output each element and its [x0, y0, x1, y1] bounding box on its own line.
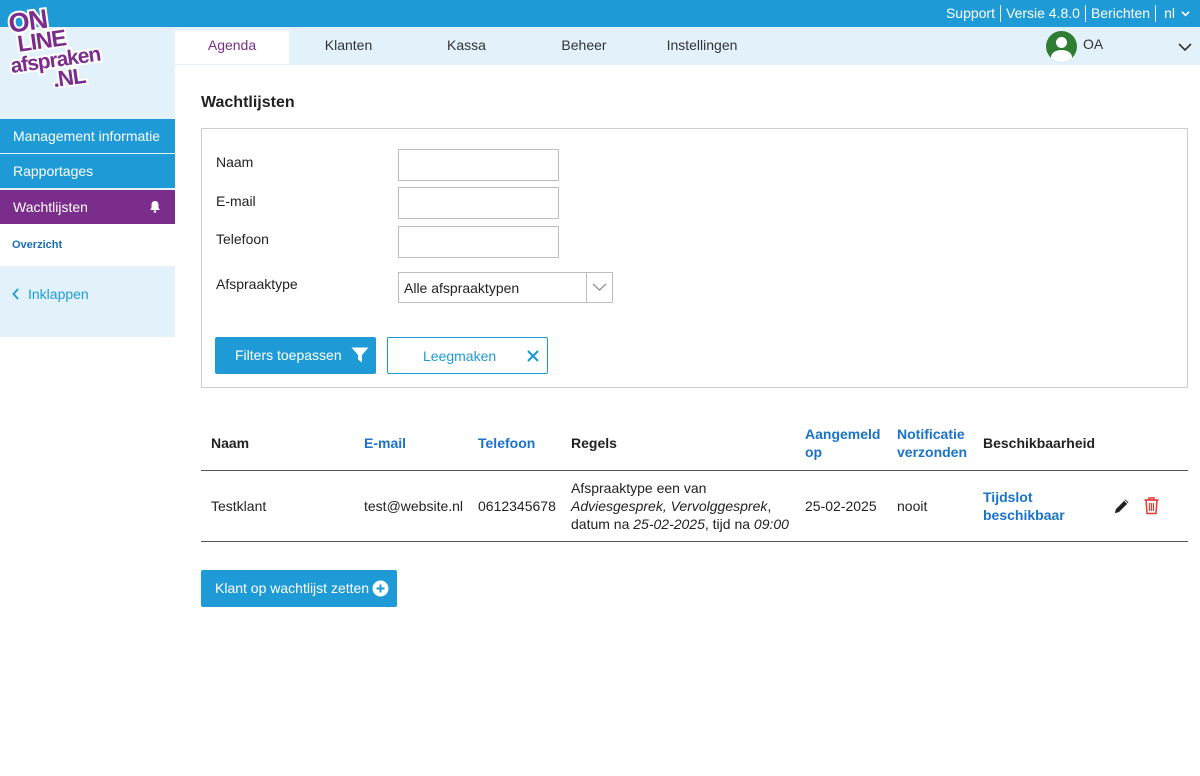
column-header-email[interactable]: E-mail [364, 434, 406, 452]
sidebar-item-label: Wachtlijsten [13, 199, 88, 215]
close-icon [527, 350, 539, 362]
main-nav: Agenda Klanten Kassa Beheer Instellingen… [0, 27, 1200, 65]
regels-time: 09:00 [753, 516, 789, 532]
header-line: Aangemeld [805, 426, 881, 442]
name-label: Naam [216, 154, 254, 170]
appointment-type-value: Alle afspraaktypen [404, 280, 520, 296]
sidebar-item-wachtlijsten[interactable]: Wachtlijsten [0, 190, 175, 224]
top-bar: Support Versie 4.8.0 Berichten nl [0, 0, 1200, 27]
availability-line: Tijdslot [983, 489, 1033, 505]
regels-line: Afspraaktype een van [571, 480, 707, 496]
support-link[interactable]: Support [941, 5, 1000, 22]
header-line: Notificatie [897, 426, 965, 442]
user-initials: OA [1083, 35, 1104, 52]
user-menu[interactable]: OA [1046, 31, 1103, 62]
avatar[interactable] [1046, 31, 1077, 62]
chevron-down-icon [1181, 11, 1190, 17]
column-header-aangemeld-op[interactable]: Aangemeld op [805, 425, 880, 461]
phone-label: Telefoon [216, 231, 269, 247]
sidebar-subitem-overzicht[interactable]: Overzicht [0, 224, 175, 266]
appointment-type-select[interactable]: Alle afspraaktypen [398, 272, 613, 303]
nav-tabs: Agenda Klanten Kassa Beheer Instellingen [175, 27, 761, 65]
regels-date-prefix: datum na [571, 516, 630, 532]
add-to-waitlist-label: Klant op wachtlijst zetten [215, 580, 370, 596]
cell-notificatie: nooit [897, 498, 928, 514]
regels-time-prefix: tijd na [712, 516, 751, 532]
cell-naam: Testklant [211, 498, 267, 514]
logo[interactable]: ON LINE afspraken .NL [4, 0, 116, 88]
sidebar: Management informatie Rapportages Wachtl… [0, 65, 175, 337]
email-label: E-mail [216, 193, 256, 209]
tab-agenda[interactable]: Agenda [175, 30, 289, 64]
name-input[interactable] [398, 149, 559, 181]
divider [201, 470, 1188, 471]
edit-icon[interactable] [1113, 497, 1131, 515]
availability-line: beschikbaar [983, 507, 1065, 523]
collapse-sidebar-button[interactable]: Inklappen [12, 286, 89, 302]
top-links: Support Versie 4.8.0 Berichten nl [941, 0, 1200, 27]
email-input[interactable] [398, 187, 559, 219]
availability-link[interactable]: Tijdslot beschikbaar [983, 488, 1065, 524]
language-selector[interactable]: nl [1156, 5, 1200, 22]
messages-link[interactable]: Berichten [1086, 5, 1155, 22]
bell-icon [150, 201, 160, 213]
version-link[interactable]: Versie 4.8.0 [1001, 5, 1085, 22]
collapse-label: Inklappen [28, 286, 89, 302]
cell-aangemeld-op: 25-02-2025 [805, 498, 877, 514]
column-header-notificatie[interactable]: Notificatie verzonden [897, 425, 967, 461]
chevron-down-icon[interactable] [1178, 42, 1192, 52]
svg-text:.NL: .NL [51, 63, 87, 88]
plus-circle-icon [372, 580, 389, 597]
clear-filters-label: Leegmaken [423, 348, 497, 364]
column-header-regels: Regels [571, 435, 617, 451]
cell-regels: Afspraaktype een van Adviesgesprek, Verv… [571, 479, 796, 533]
cell-telefoon: 0612345678 [478, 498, 556, 514]
appointment-type-label: Afspraaktype [216, 276, 298, 292]
regels-line: datum na 25-02-2025, tijd na 09:00 [571, 516, 789, 532]
page-title: Wachtlijsten [201, 94, 295, 111]
language-label: nl [1164, 5, 1175, 21]
column-header-telefoon[interactable]: Telefoon [478, 434, 535, 452]
divider [201, 541, 1188, 542]
tab-kassa[interactable]: Kassa [408, 27, 525, 65]
filter-panel: Naam E-mail Telefoon Afspraaktype Alle a… [201, 128, 1188, 388]
header-line: verzonden [897, 444, 968, 460]
tab-instellingen[interactable]: Instellingen [643, 27, 761, 65]
sidebar-item-rapportages[interactable]: Rapportages [0, 154, 175, 188]
filter-icon [351, 347, 369, 363]
add-to-waitlist-button[interactable]: Klant op wachtlijst zetten [201, 570, 397, 607]
sidebar-item-management-informatie[interactable]: Management informatie [0, 119, 175, 153]
cell-email: test@website.nl [364, 498, 464, 514]
tab-klanten[interactable]: Klanten [289, 27, 408, 65]
chevron-down-icon [592, 283, 607, 292]
phone-input[interactable] [398, 226, 559, 258]
clear-filters-button[interactable]: Leegmaken [387, 337, 548, 374]
apply-filters-button[interactable]: Filters toepassen [215, 337, 376, 374]
regels-line: Adviesgesprek, Vervolggesprek, [571, 498, 772, 514]
tab-beheer[interactable]: Beheer [525, 27, 643, 65]
apply-filters-label: Filters toepassen [235, 347, 342, 363]
column-header-naam: Naam [211, 435, 250, 451]
header-line: op [805, 444, 823, 460]
regels-date: 25-02-2025 [633, 516, 705, 532]
trash-icon[interactable] [1143, 496, 1160, 515]
column-header-beschikbaarheid: Beschikbaarheid [983, 435, 1096, 451]
regels-types: Adviesgesprek, Vervolggesprek [571, 498, 768, 514]
chevron-left-icon [12, 288, 19, 300]
